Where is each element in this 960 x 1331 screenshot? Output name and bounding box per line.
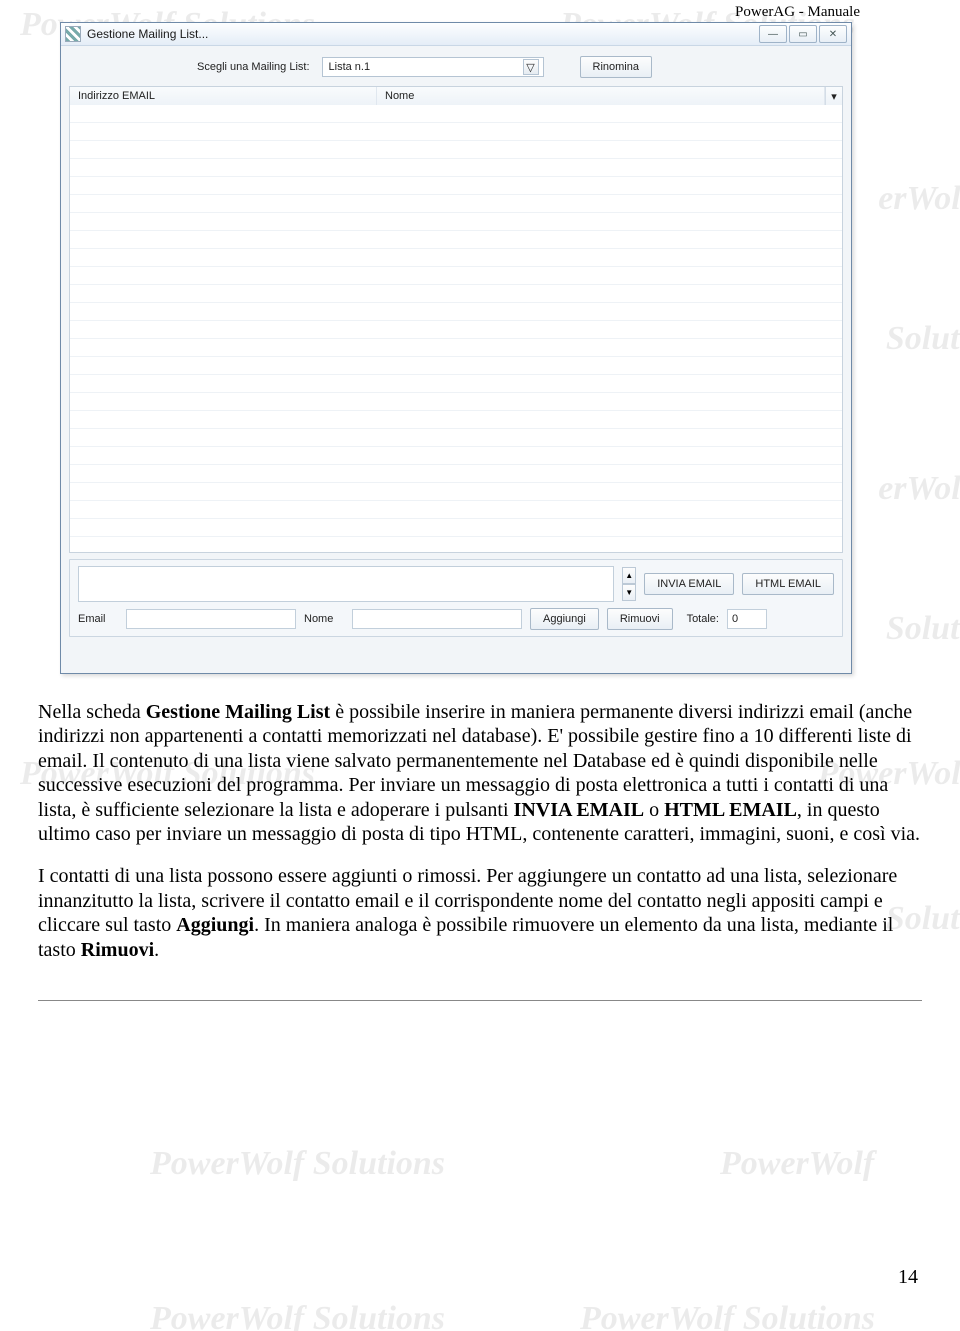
table-row <box>70 303 842 321</box>
bottom-panel: ▲ ▼ INVIA EMAIL HTML EMAIL Email Nome Ag… <box>69 559 843 637</box>
table-row <box>70 537 842 552</box>
chevron-down-icon[interactable]: ▽ <box>523 59 539 75</box>
rename-button[interactable]: Rinomina <box>580 56 652 78</box>
select-mailing-label: Scegli una Mailing List: <box>197 61 310 73</box>
table-row <box>70 321 842 339</box>
table-row <box>70 195 842 213</box>
table-row <box>70 159 842 177</box>
window-title: Gestione Mailing List... <box>87 27 208 41</box>
mailing-list-value: Lista n.1 <box>329 61 371 73</box>
mailing-list-combo[interactable]: Lista n.1 ▽ <box>322 57 544 77</box>
table-row <box>70 501 842 519</box>
page-number: 14 <box>898 1266 918 1289</box>
table-row <box>70 447 842 465</box>
minimize-button[interactable]: — <box>759 25 787 43</box>
table-row <box>70 411 842 429</box>
watermark: PowerWolf <box>720 1145 874 1183</box>
editor-spin: ▲ ▼ <box>622 567 636 601</box>
watermark: erWolf <box>878 470 960 508</box>
watermark: PowerWolf Solutions <box>150 1300 445 1331</box>
window: Gestione Mailing List... — ▭ ✕ Scegli un… <box>60 22 852 674</box>
paragraph-1: Nella scheda Gestione Mailing List è pos… <box>38 700 922 846</box>
spin-up-button[interactable]: ▲ <box>622 567 636 584</box>
totale-value: 0 <box>727 609 767 629</box>
app-icon <box>65 26 81 42</box>
maximize-button[interactable]: ▭ <box>789 25 817 43</box>
email-input[interactable] <box>126 609 296 629</box>
nome-input[interactable] <box>352 609 522 629</box>
table-row <box>70 429 842 447</box>
table-row <box>70 357 842 375</box>
spin-down-button[interactable]: ▼ <box>622 584 636 601</box>
table-row <box>70 123 842 141</box>
table-header: Indirizzo EMAIL Nome ▾ <box>70 87 842 106</box>
table-row <box>70 231 842 249</box>
scroll-down-icon[interactable]: ▾ <box>825 87 842 105</box>
column-email[interactable]: Indirizzo EMAIL <box>70 87 377 105</box>
table-row <box>70 375 842 393</box>
close-button[interactable]: ✕ <box>819 25 847 43</box>
table-row <box>70 339 842 357</box>
nome-label: Nome <box>304 613 344 625</box>
table-row <box>70 177 842 195</box>
table-row <box>70 393 842 411</box>
table-row <box>70 285 842 303</box>
rimuovi-button[interactable]: Rimuovi <box>607 608 673 630</box>
watermark: erWolf <box>878 180 960 218</box>
table-row <box>70 465 842 483</box>
totale-label: Totale: <box>687 613 719 625</box>
paragraph-2: I contatti di una lista possono essere a… <box>38 864 922 962</box>
email-label: Email <box>78 613 118 625</box>
mailing-table: Indirizzo EMAIL Nome ▾ <box>69 86 843 553</box>
table-row <box>70 483 842 501</box>
invia-email-button[interactable]: INVIA EMAIL <box>644 573 734 595</box>
watermark: PowerWolf Solutions <box>150 1145 445 1183</box>
body-text: Nella scheda Gestione Mailing List è pos… <box>38 700 922 1011</box>
table-body[interactable] <box>70 105 842 552</box>
table-row <box>70 105 842 123</box>
aggiungi-button[interactable]: Aggiungi <box>530 608 599 630</box>
table-row <box>70 519 842 537</box>
table-row <box>70 141 842 159</box>
titlebar: Gestione Mailing List... — ▭ ✕ <box>61 23 851 46</box>
table-row <box>70 249 842 267</box>
watermark: Solutio <box>886 610 960 648</box>
watermark: Solutio <box>886 320 960 358</box>
divider <box>38 1000 922 1001</box>
column-nome[interactable]: Nome <box>377 87 825 105</box>
document-header: PowerAG - Manuale <box>735 4 860 21</box>
html-email-button[interactable]: HTML EMAIL <box>742 573 834 595</box>
watermark: PowerWolf Solutions <box>580 1300 875 1331</box>
table-row <box>70 267 842 285</box>
table-row <box>70 213 842 231</box>
message-editor[interactable] <box>78 566 614 602</box>
